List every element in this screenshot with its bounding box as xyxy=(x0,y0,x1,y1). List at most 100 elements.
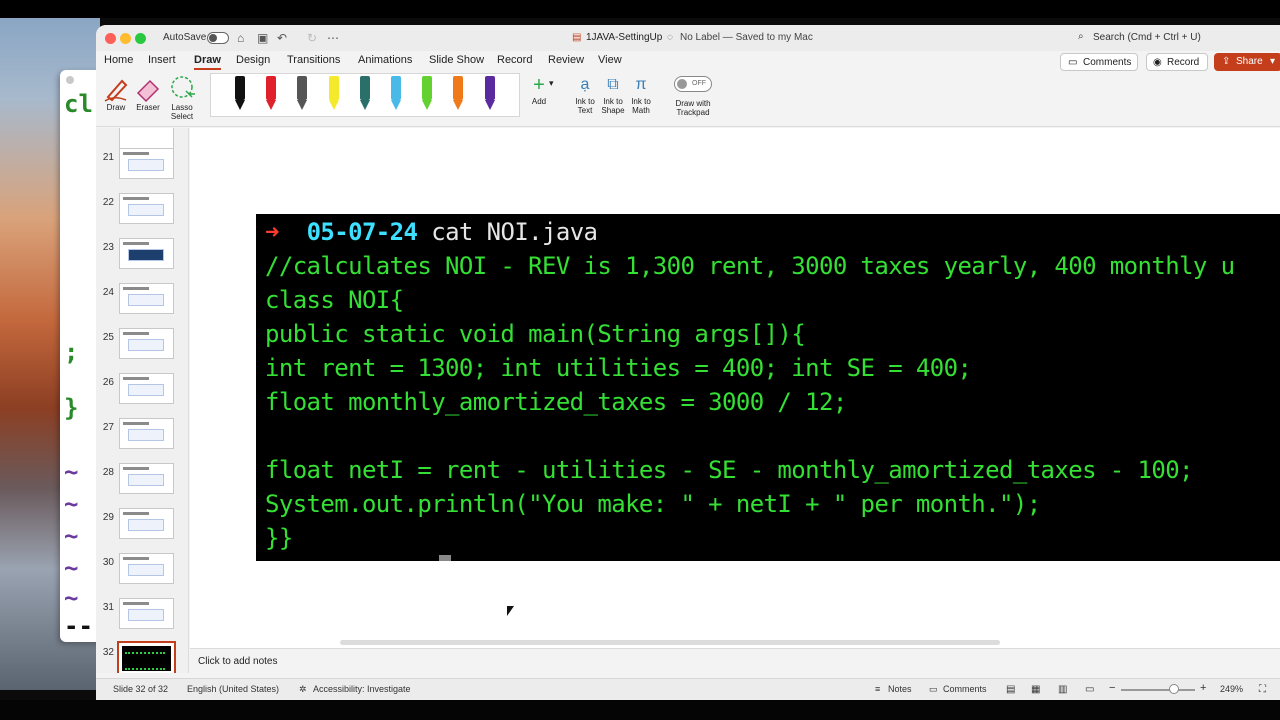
tilde-marker: ~ xyxy=(64,522,79,550)
slide-thumbnail[interactable]: 23 xyxy=(96,238,188,278)
share-button-label: Share xyxy=(1236,56,1263,67)
tab-design[interactable]: Design xyxy=(236,54,270,66)
slide-thumbnail[interactable]: 31 xyxy=(96,598,188,638)
accessibility-status[interactable]: Accessibility: Investigate xyxy=(313,684,411,694)
eraser-tool-label: Eraser xyxy=(136,103,160,112)
language-status[interactable]: English (United States) xyxy=(187,684,279,694)
label-status[interactable]: No Label — Saved to my Mac xyxy=(680,32,813,43)
ink-to-shape-label-1: Ink to xyxy=(603,97,623,106)
tab-review[interactable]: Review xyxy=(548,54,584,66)
ink-to-shape-button[interactable]: ⧉ Ink to Shape xyxy=(598,73,628,115)
slide-thumbnail[interactable]: 24 xyxy=(96,283,188,323)
zoom-level[interactable]: 249% xyxy=(1220,684,1243,694)
reading-view-icon[interactable]: ▥ xyxy=(1058,684,1067,695)
slide-thumbnail[interactable]: 28 xyxy=(96,463,188,503)
slide-sorter-icon[interactable]: ▦ xyxy=(1031,684,1040,695)
redo-icon[interactable]: ↻ xyxy=(307,31,317,45)
pen-green[interactable] xyxy=(420,76,434,112)
search-box[interactable]: ⌕ Search (Cmd + Ctrl + U) xyxy=(1074,30,1280,46)
tab-draw[interactable]: Draw xyxy=(194,54,221,70)
slide-thumbnail[interactable]: 26 xyxy=(96,373,188,413)
comments-button[interactable]: ▭ Comments xyxy=(1060,53,1138,71)
zoom-in-icon[interactable]: + xyxy=(1200,682,1206,694)
slide-thumbnail[interactable]: 25 xyxy=(96,328,188,368)
ink-to-math-icon: π xyxy=(635,76,647,93)
chevron-down-icon[interactable]: ▾ xyxy=(549,79,554,88)
more-options-icon[interactable]: ⋯ xyxy=(327,31,339,45)
zoom-slider[interactable] xyxy=(1121,689,1195,691)
close-window-icon[interactable] xyxy=(105,33,116,44)
autosave-toggle[interactable] xyxy=(207,32,229,44)
slide-thumbnail[interactable]: 22 xyxy=(96,193,188,233)
pen-galaxy[interactable] xyxy=(358,76,372,112)
normal-view-icon[interactable]: ▤ xyxy=(1006,684,1015,695)
code-line: float monthly_amortized_taxes = 3000 / 1… xyxy=(265,388,847,416)
fit-to-window-icon[interactable]: ⛶ xyxy=(1259,684,1266,695)
search-placeholder: Search (Cmd + Ctrl + U) xyxy=(1093,32,1201,43)
tab-slide-show[interactable]: Slide Show xyxy=(429,54,484,66)
tab-insert[interactable]: Insert xyxy=(148,54,176,66)
slide-thumbnail[interactable]: 21 xyxy=(96,148,188,188)
add-pen-label: Add xyxy=(531,97,547,106)
ribbon-tabs: Home Insert Draw Design Transitions Anim… xyxy=(96,51,1280,73)
slide-number: 26 xyxy=(102,377,114,388)
prompt-command: cat NOI.java xyxy=(431,218,598,246)
lasso-select-button[interactable]: Lasso Select xyxy=(162,73,202,121)
slide-canvas[interactable]: ➜ 05-07-24 cat NOI.java //calculates NOI… xyxy=(190,128,1280,648)
undo-icon[interactable]: ↶ xyxy=(277,31,287,45)
pen-light-blue[interactable] xyxy=(389,76,403,112)
tab-transitions[interactable]: Transitions xyxy=(287,54,340,66)
tab-animations[interactable]: Animations xyxy=(358,54,412,66)
pen-red[interactable] xyxy=(264,76,278,112)
pen-purple[interactable] xyxy=(483,76,497,112)
code-line: System.out.println("You make: " + netI +… xyxy=(265,490,1041,518)
slide-thumbnail[interactable]: 30 xyxy=(96,553,188,593)
trackpad-label-1: Draw with xyxy=(675,99,711,108)
accessibility-icon: ✲ xyxy=(299,684,307,694)
ink-to-text-button[interactable]: ạ Ink to Text xyxy=(570,73,600,115)
slide-show-icon[interactable]: ▭ xyxy=(1085,684,1094,695)
tab-record[interactable]: Record xyxy=(497,54,532,66)
document-title[interactable]: 1JAVA-SettingUp xyxy=(586,32,662,43)
ink-to-text-icon: ạ xyxy=(580,76,590,93)
save-icon[interactable]: ▣ xyxy=(257,31,268,45)
ink-to-math-button[interactable]: π Ink to Math xyxy=(626,73,656,115)
zoom-out-icon[interactable]: − xyxy=(1109,682,1115,694)
tab-view[interactable]: View xyxy=(598,54,622,66)
slide-thumbnail-selected[interactable]: 32 xyxy=(96,641,188,673)
minimize-window-icon[interactable] xyxy=(120,33,131,44)
toggle-state-label: OFF xyxy=(692,80,706,87)
draw-with-trackpad-toggle[interactable]: OFF xyxy=(674,76,712,92)
tab-home[interactable]: Home xyxy=(104,54,133,66)
horizontal-scrollbar[interactable] xyxy=(340,640,1000,645)
share-button[interactable]: ⇪ Share ▾ xyxy=(1214,53,1280,71)
pen-black[interactable] xyxy=(233,76,247,112)
slide-editor[interactable]: ➜ 05-07-24 cat NOI.java //calculates NOI… xyxy=(190,128,1280,648)
slide-number: 32 xyxy=(102,647,114,658)
share-icon: ⇪ xyxy=(1222,56,1231,67)
comments-toggle[interactable]: Comments xyxy=(943,684,987,694)
home-icon[interactable]: ⌂ xyxy=(237,31,244,45)
zoom-slider-handle[interactable] xyxy=(1169,684,1179,694)
notes-pane[interactable]: Click to add notes xyxy=(190,648,1280,674)
lasso-label-line2: Select xyxy=(170,112,194,121)
slide-number: 22 xyxy=(102,197,114,208)
terminal-screenshot[interactable]: ➜ 05-07-24 cat NOI.java //calculates NOI… xyxy=(256,214,1280,561)
highlighter-yellow[interactable] xyxy=(327,76,341,112)
comments-button-label: Comments xyxy=(1083,57,1132,68)
slide-number: 31 xyxy=(102,602,114,613)
slide-thumbnail-image xyxy=(119,418,174,449)
fullscreen-window-icon[interactable] xyxy=(135,33,146,44)
slide-number: 25 xyxy=(102,332,114,343)
record-button[interactable]: ◉ Record xyxy=(1146,53,1208,71)
pencil-gray[interactable] xyxy=(295,76,309,112)
slide-thumbnail[interactable]: 29 xyxy=(96,508,188,548)
system-top-bar xyxy=(0,0,1280,18)
notes-toggle[interactable]: Notes xyxy=(888,684,912,694)
prompt-date: 05-07-24 xyxy=(306,218,418,246)
ink-to-text-label-1: Ink to xyxy=(575,97,595,106)
pen-orange[interactable] xyxy=(451,76,465,112)
slide-thumbnail[interactable]: 27 xyxy=(96,418,188,458)
draw-with-trackpad-label: Draw with Trackpad xyxy=(670,99,716,117)
slide-thumbnail-pane[interactable]: 21 22 23 24 25 26 27 28 29 30 31 32 xyxy=(96,128,189,673)
